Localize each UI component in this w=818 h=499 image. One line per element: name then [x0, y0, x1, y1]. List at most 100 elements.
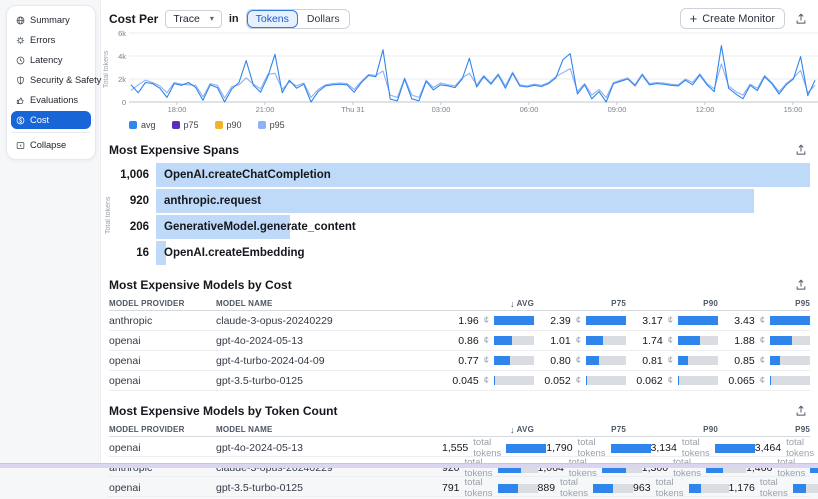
sidebar-item-errors[interactable]: Errors	[11, 31, 91, 49]
metric-bar-fill	[792, 483, 807, 493]
export-icon	[796, 405, 806, 416]
legend-item-p75[interactable]: p75	[171, 120, 199, 130]
span-bar-zone: OpenAI.createChatCompletion	[156, 163, 810, 187]
y-tick-label: 6k	[118, 29, 126, 38]
metric-bar-track	[494, 336, 534, 345]
col-model-name: MODEL NAME	[216, 299, 273, 308]
metric-bar-track	[586, 336, 626, 345]
metric-cell: 889 total tokens	[538, 477, 634, 499]
metric-value: 2.39	[550, 314, 571, 327]
table-row[interactable]: openai gpt-4o-2024-05-13 0.86 ¢ 1.01 ¢ 1.74 ¢ 1.…	[109, 331, 810, 351]
x-tick-label: 18:00	[167, 105, 187, 114]
export-cost-table-button[interactable]	[792, 277, 810, 293]
metric-unit: total tokens	[464, 457, 493, 479]
dollar-icon	[16, 116, 25, 125]
legend-item-p90[interactable]: p90	[214, 120, 242, 130]
export-chart-button[interactable]	[792, 11, 810, 27]
model-name-cell: claude-3-opus-20240229	[216, 314, 333, 327]
table-row[interactable]: openai gpt-3.5-turbo-0125 791 total tokens 8…	[109, 477, 818, 499]
metric-bar-track	[494, 356, 534, 365]
col-avg[interactable]: ↓ AVG	[442, 425, 534, 435]
col-p95[interactable]: P95	[718, 425, 810, 434]
trace-dropdown[interactable]: Trace ▾	[165, 9, 222, 28]
spans-section-header: Most Expensive Spans	[109, 142, 810, 158]
metric-unit: ¢	[575, 315, 581, 326]
metric-bar-fill	[593, 483, 613, 493]
metric-value: 0.062	[636, 374, 663, 387]
metric-bar-track	[678, 356, 718, 365]
col-avg[interactable]: ↓ AVG	[442, 299, 534, 309]
x-tick-label: 15:00	[783, 105, 803, 114]
metric-unit: ¢	[667, 355, 673, 366]
metric-cell: 0.80 ¢	[534, 355, 626, 367]
sort-desc-icon: ↓	[509, 298, 515, 309]
sort-desc-icon: ↓	[509, 424, 515, 435]
metric-cell: 1,176 total tokens	[729, 477, 818, 499]
col-p75[interactable]: P75	[534, 425, 626, 434]
sidebar-items: Summary Errors Latency Security & Safety Eva…	[10, 11, 101, 129]
metric-unit: ¢	[759, 355, 765, 366]
sidebar-item-label: Cost	[30, 115, 50, 125]
sidebar-item-latency[interactable]: Latency	[11, 51, 91, 69]
metric-cell: 1,790 total tokens	[546, 437, 651, 459]
span-label: OpenAI.createChatCompletion	[164, 169, 331, 181]
table-row[interactable]: openai gpt-4-turbo-2024-04-09 0.77 ¢ 0.80 ¢ 0.…	[109, 351, 810, 371]
metric-bar-fill	[586, 356, 600, 365]
models-by-cost-table: MODEL PROVIDER MODEL NAME ↓ AVG P75 P90 P95 ant…	[109, 297, 810, 391]
table-row[interactable]: openai gpt-4o-2024-05-13 1,555 total tokens…	[109, 437, 814, 459]
metric-value: 0.065	[728, 374, 755, 387]
series-p95-line	[130, 63, 816, 99]
col-p95[interactable]: P95	[718, 299, 810, 308]
metric-value: 3.43	[734, 314, 755, 327]
metric-value: 1,176	[728, 482, 755, 494]
sidebar-item-evaluations[interactable]: Evaluations	[11, 91, 91, 109]
sidebar-item-label: Security & Safety	[30, 75, 102, 85]
metric-cell: 3.17 ¢	[626, 315, 718, 327]
col-p90[interactable]: P90	[626, 425, 718, 434]
metric-unit: total tokens	[786, 437, 815, 459]
col-p90[interactable]: P90	[626, 299, 718, 308]
metric-unit: total tokens	[560, 477, 589, 499]
sidebar-item-summary[interactable]: Summary	[11, 11, 91, 29]
x-tick-label: 12:00	[695, 105, 715, 114]
export-spans-button[interactable]	[792, 142, 810, 158]
metric-cell: 0.045 ¢	[442, 375, 534, 387]
sidebar-item-label: Latency	[30, 55, 63, 65]
metric-cell: 2.39 ¢	[534, 315, 626, 327]
span-row: 1,006 OpenAI.createChatCompletion	[109, 163, 810, 187]
y-axis-label: Total tokens	[103, 50, 110, 88]
export-token-table-button[interactable]	[792, 403, 810, 419]
table-row[interactable]: openai gpt-3.5-turbo-0125 0.045 ¢ 0.052 ¢ 0.06…	[109, 371, 810, 391]
x-tick-label: 06:00	[519, 105, 539, 114]
metric-cell: 3,464 total tokens	[755, 437, 818, 459]
metric-cell: 0.81 ¢	[626, 355, 718, 367]
model-name-cell: gpt-4-turbo-2024-04-09	[216, 354, 325, 367]
metric-cell: 1.88 ¢	[718, 335, 810, 347]
sidebar-item-cost[interactable]: Cost	[11, 111, 91, 129]
series-avg-line	[130, 45, 816, 103]
metric-bar-fill	[494, 356, 510, 365]
line-chart-plot[interactable]	[129, 32, 818, 106]
dollars-toggle-button[interactable]: Dollars	[297, 9, 349, 28]
legend-item-p95[interactable]: p95	[257, 120, 285, 130]
table-row[interactable]: anthropic claude-3-opus-20240229 1.96 ¢ 2.39…	[109, 311, 810, 331]
span-value: 920	[129, 195, 149, 207]
create-monitor-button[interactable]: + Create Monitor	[679, 8, 785, 29]
legend-item-avg[interactable]: avg	[129, 120, 156, 130]
sidebar-collapse-label: Collapse	[30, 140, 67, 150]
metric-value: 3.17	[642, 314, 663, 327]
sidebar-item-security-safety[interactable]: Security & Safety	[11, 71, 101, 89]
in-label: in	[228, 12, 239, 25]
col-p75[interactable]: P75	[534, 299, 626, 308]
token-table-header: Most Expensive Models by Token Count	[109, 403, 810, 419]
metric-cell: 1,064total tokens	[538, 457, 642, 479]
sidebar-collapse-button[interactable]: Collapse	[11, 136, 91, 154]
col-model-provider: MODEL PROVIDER	[109, 299, 185, 308]
metric-bar-fill	[770, 356, 780, 365]
shield-icon	[16, 76, 25, 85]
tokens-toggle-button[interactable]: Tokens	[246, 9, 298, 28]
metric-cell: 3,134 total tokens	[651, 437, 755, 459]
metric-cell: 0.052 ¢	[534, 375, 626, 387]
metric-bar-fill	[506, 443, 547, 453]
x-tick-label: 03:00	[431, 105, 451, 114]
